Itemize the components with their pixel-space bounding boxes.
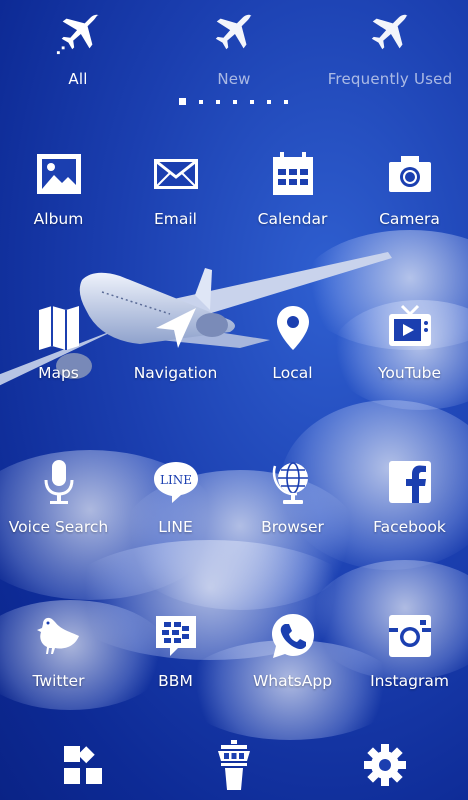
app-local[interactable]: Local bbox=[234, 304, 351, 414]
instagram-icon bbox=[388, 615, 431, 657]
camera-icon bbox=[388, 156, 431, 192]
whatsapp-phone-icon bbox=[271, 614, 314, 658]
line-bubble-icon: LINE bbox=[153, 462, 198, 503]
app-label: Camera bbox=[379, 210, 440, 228]
app-label: LINE bbox=[158, 518, 193, 536]
microphone-icon bbox=[44, 460, 73, 504]
app-label: Twitter bbox=[32, 672, 85, 690]
app-navigation[interactable]: Navigation bbox=[117, 304, 234, 414]
page-dot bbox=[284, 100, 288, 104]
airplane-icon bbox=[371, 14, 408, 50]
app-label: Calendar bbox=[257, 210, 328, 228]
app-bbm[interactable]: BBM bbox=[117, 612, 234, 722]
page-dot bbox=[267, 100, 271, 104]
app-label: BBM bbox=[158, 672, 193, 690]
tab-frequently-used[interactable]: Frequently Used bbox=[312, 0, 468, 100]
app-twitter[interactable]: Twitter bbox=[0, 612, 117, 722]
app-camera[interactable]: Camera bbox=[351, 150, 468, 260]
globe-icon bbox=[272, 462, 308, 504]
settings-gear-icon bbox=[364, 744, 406, 786]
tab-all-label: All bbox=[68, 70, 88, 88]
app-label: Email bbox=[153, 210, 197, 228]
navigation-arrow-icon bbox=[155, 308, 196, 348]
app-youtube[interactable]: YouTube bbox=[351, 304, 468, 414]
airplane-icon bbox=[215, 14, 252, 50]
page-dot bbox=[250, 100, 254, 104]
app-label: Facebook bbox=[373, 518, 446, 536]
dock-settings-button[interactable] bbox=[360, 740, 410, 790]
page-dot bbox=[216, 100, 220, 104]
app-album[interactable]: Album bbox=[0, 150, 117, 260]
category-tabs: All New Frequently Used bbox=[0, 0, 468, 100]
line-icon-text: LINE bbox=[160, 473, 192, 487]
app-voice-search[interactable]: Voice Search bbox=[0, 458, 117, 568]
app-calendar[interactable]: Calendar bbox=[234, 150, 351, 260]
tab-new[interactable]: New bbox=[156, 0, 312, 100]
facebook-icon bbox=[388, 461, 431, 503]
tv-play-icon bbox=[388, 304, 431, 346]
control-tower-icon bbox=[218, 740, 250, 790]
app-line[interactable]: LINE LINE bbox=[117, 458, 234, 568]
app-whatsapp[interactable]: WhatsApp bbox=[234, 612, 351, 722]
bbm-icon bbox=[155, 616, 196, 656]
app-label: Instagram bbox=[370, 672, 449, 690]
dock-widgets-button[interactable] bbox=[58, 740, 108, 790]
tab-frequently-used-label: Frequently Used bbox=[327, 70, 453, 88]
calendar-icon bbox=[272, 152, 313, 195]
app-browser[interactable]: Browser bbox=[234, 458, 351, 568]
app-label: Voice Search bbox=[8, 518, 109, 536]
app-label: Local bbox=[272, 364, 313, 382]
dock-control-tower-button[interactable] bbox=[209, 740, 259, 790]
app-label: Album bbox=[33, 210, 84, 228]
page-indicator bbox=[0, 98, 468, 108]
tab-new-label: New bbox=[217, 70, 251, 88]
app-label: Maps bbox=[38, 364, 79, 382]
app-label: YouTube bbox=[377, 364, 442, 382]
page-dot bbox=[199, 100, 203, 104]
app-label: Navigation bbox=[133, 364, 218, 382]
app-label: Browser bbox=[261, 518, 324, 536]
folded-map-icon bbox=[38, 306, 79, 350]
page-dot bbox=[233, 100, 237, 104]
app-email[interactable]: Email bbox=[117, 150, 234, 260]
app-facebook[interactable]: Facebook bbox=[351, 458, 468, 568]
page-dot-active bbox=[179, 98, 186, 105]
app-maps[interactable]: Maps bbox=[0, 304, 117, 414]
bird-icon bbox=[36, 617, 79, 654]
app-label: WhatsApp bbox=[252, 672, 333, 690]
location-pin-icon bbox=[276, 306, 309, 350]
airplane-takeoff-icon bbox=[56, 14, 100, 55]
image-icon bbox=[36, 154, 81, 194]
tab-all[interactable]: All bbox=[0, 0, 156, 100]
widgets-icon bbox=[64, 746, 102, 784]
envelope-icon bbox=[153, 159, 198, 189]
app-instagram[interactable]: Instagram bbox=[351, 612, 468, 722]
